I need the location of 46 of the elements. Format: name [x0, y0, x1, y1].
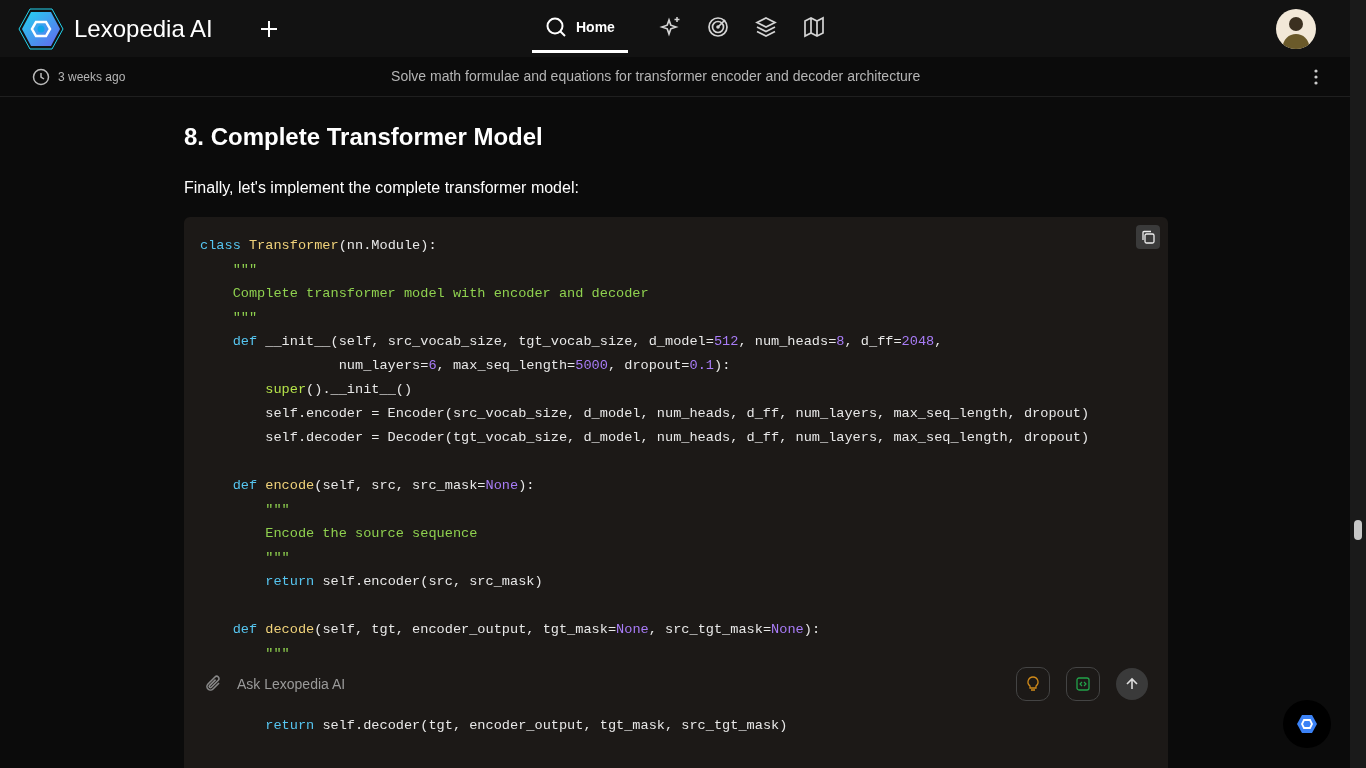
search-icon: [545, 16, 567, 38]
code-line: Complete transformer model with encoder and decoder: [231, 285, 649, 303]
assistant-launcher-button[interactable]: [1283, 700, 1331, 748]
code-mode-button[interactable]: [1066, 667, 1100, 701]
avatar[interactable]: [1276, 8, 1316, 49]
code-line: def __init__(self, src_vocab_size, tgt_vocab_size, d_model=512, num_heads=8, d_ff=2048,: [231, 333, 943, 351]
hexagon-logo-icon: [1297, 715, 1317, 733]
code-line: def encode(self, src, src_mask=None):: [231, 477, 535, 495]
copy-button[interactable]: [1136, 225, 1160, 249]
send-button[interactable]: [1116, 668, 1148, 700]
nav-tab[interactable]: Home: [532, 4, 628, 53]
plus-icon: [259, 19, 278, 38]
code-line: self.encoder = Encoder(src_vocab_size, d_model, num_heads, d_ff, num_layers, max_seq_length, dropout): [264, 405, 1090, 423]
intro-paragraph: Finally, let's implement the complete transformer model:: [184, 178, 580, 198]
hexagon-logo-icon: [18, 7, 64, 50]
layers-icon: [754, 16, 777, 38]
copy-icon: [1141, 230, 1155, 244]
code-line: super().__init__(): [264, 381, 413, 399]
code-line: """: [231, 309, 258, 327]
app-title: Lexopedia AI: [74, 13, 213, 44]
ask-input-field[interactable]: Ask Lexopedia AI: [237, 673, 1016, 695]
thread-timestamp: 3 weeks ago: [58, 68, 126, 86]
code-line: class Transformer(nn.Module):: [200, 237, 437, 255]
section-heading: 8. Complete Transformer Model: [184, 122, 544, 152]
code-line: Encode the source sequence: [264, 525, 478, 543]
arrow-up-icon: [1125, 677, 1139, 691]
lightbulb-icon: [1026, 676, 1040, 692]
code-line: """: [264, 645, 290, 663]
kebab-menu-icon: [1314, 68, 1318, 85]
code-line: def decode(self, tgt, encoder_output, tgt_mask=None, src_tgt_mask=None):: [231, 621, 821, 639]
code-line: """: [264, 549, 290, 567]
idea-button[interactable]: [1016, 667, 1050, 701]
code-line: return self.decoder(tgt, encoder_output, tgt_mask, src_tgt_mask): [264, 717, 788, 735]
code-line: return self.encoder(src, src_mask): [264, 573, 543, 591]
radar-icon: [706, 16, 729, 38]
scrollbar-thumb[interactable]: [1354, 520, 1362, 540]
code-icon: [1076, 677, 1090, 691]
clock-icon: [32, 67, 50, 86]
code-line: """: [231, 261, 258, 279]
code-line: self.decoder = Decoder(tgt_vocab_size, d_model, num_heads, d_ff, num_layers, max_seq_length, dropout): [264, 429, 1090, 447]
map-icon: [802, 16, 825, 38]
thread-title: Solve math formulae and equations for transformer encoder and decoder architecture: [390, 67, 922, 86]
code-line: num_layers=6, max_seq_length=5000, dropout=0.1):: [337, 357, 731, 375]
code-line: """: [264, 501, 290, 519]
scrollbar[interactable]: [1350, 0, 1366, 768]
sparkle-icon: [658, 16, 681, 38]
